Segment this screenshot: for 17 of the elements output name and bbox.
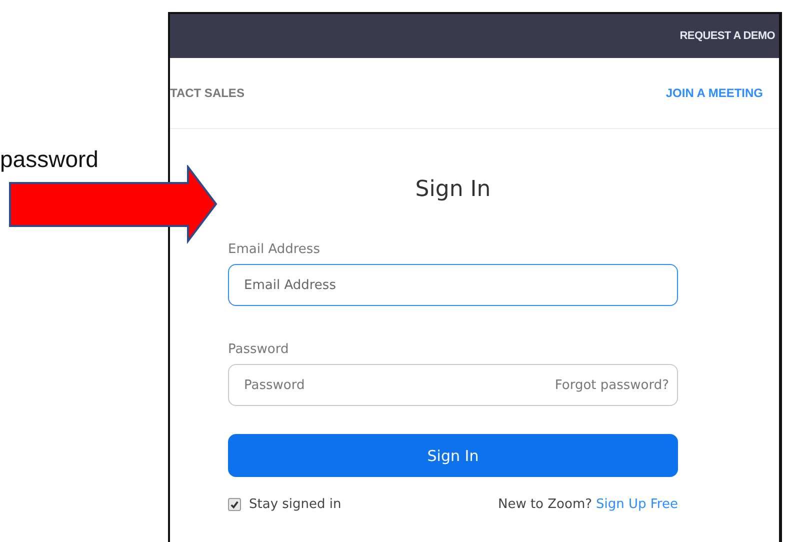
caption-text: password — [0, 146, 98, 173]
checkbox[interactable] — [228, 498, 241, 511]
checkbox-label: Stay signed in — [249, 497, 342, 512]
join-meeting-link[interactable]: JOIN A MEETING — [666, 86, 763, 100]
sign-in-button[interactable]: Sign In — [228, 434, 678, 477]
request-demo-link[interactable]: REQUEST A DEMO — [680, 30, 775, 42]
contact-sales-link[interactable]: TACT SALES — [170, 86, 244, 100]
form-title: Sign In — [414, 177, 492, 202]
input-field[interactable]: Password — [242, 376, 555, 394]
forgot-password-link[interactable]: Forgot password? — [554, 378, 669, 392]
field-label: Password — [228, 342, 290, 357]
field-frame[interactable]: Email Address — [228, 264, 678, 306]
field-label: Email Address — [228, 242, 321, 257]
input-field[interactable]: Email Address — [242, 276, 669, 294]
signup-prompt: New to Zoom? — [498, 497, 592, 512]
field-frame[interactable]: Password Forgot password? — [228, 364, 678, 406]
sign-up-link[interactable]: Sign Up Free — [596, 497, 678, 512]
